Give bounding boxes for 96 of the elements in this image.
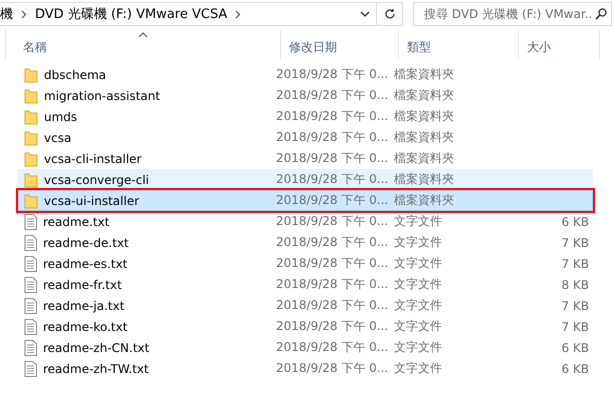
column-header[interactable]: 名稱 bbox=[6, 30, 281, 60]
modified-date: 2018/9/28 下午 0... bbox=[276, 276, 390, 293]
modified-date: 2018/9/28 下午 0... bbox=[276, 129, 390, 146]
file-row[interactable]: readme-de.txt 2018/9/28 下午 0... 文字文件 7 KB bbox=[18, 232, 593, 253]
file-name: migration-assistant bbox=[44, 88, 160, 102]
file-row[interactable]: readme-zh-CN.txt 2018/9/28 下午 0... 文字文件 6 KB bbox=[18, 337, 593, 358]
file-type: 檔案資料夾 bbox=[394, 129, 455, 146]
file-row[interactable]: migration-assistant 2018/9/28 下午 0... 檔案資料夾 bbox=[18, 85, 593, 106]
file-name: vcsa bbox=[44, 130, 72, 144]
folder-icon bbox=[24, 130, 38, 146]
refresh-icon bbox=[384, 8, 396, 20]
file-name: vcsa-cli-installer bbox=[44, 152, 142, 166]
file-type: 檔案資料夾 bbox=[394, 87, 455, 104]
text-file-icon bbox=[24, 298, 37, 314]
caret-icon bbox=[360, 11, 370, 17]
file-name: umds bbox=[44, 110, 78, 124]
file-type: 文字文件 bbox=[394, 276, 443, 293]
file-type: 文字文件 bbox=[394, 297, 443, 314]
text-file-icon bbox=[24, 276, 37, 292]
file-type: 文字文件 bbox=[394, 339, 443, 356]
file-size: 7 KB bbox=[561, 236, 589, 250]
file-row[interactable]: readme-fr.txt 2018/9/28 下午 0... 文字文件 8 KB bbox=[18, 274, 593, 295]
file-type: 檔案資料夾 bbox=[394, 150, 455, 167]
folder-icon bbox=[24, 172, 38, 188]
modified-date: 2018/9/28 下午 0... bbox=[276, 87, 390, 104]
file-size: 6 KB bbox=[561, 362, 589, 376]
modified-date: 2018/9/28 下午 0... bbox=[276, 213, 390, 230]
file-row[interactable]: vcsa-cli-installer 2018/9/28 下午 0... 檔案資料夾 bbox=[18, 148, 593, 169]
modified-date: 2018/9/28 下午 0... bbox=[276, 255, 390, 272]
file-name: vcsa-converge-cli bbox=[44, 172, 149, 186]
file-size: 7 KB bbox=[561, 320, 589, 334]
text-file-icon bbox=[24, 234, 37, 250]
address-bar[interactable]: 機 DVD 光碟機 (F:) VMware VCSA bbox=[0, 2, 403, 26]
file-row[interactable]: readme-zh-TW.txt 2018/9/28 下午 0... 文字文件 6 KB bbox=[18, 358, 593, 379]
file-name: readme-fr.txt bbox=[43, 278, 122, 292]
modified-date: 2018/9/28 下午 0... bbox=[276, 297, 390, 314]
file-size: 6 KB bbox=[561, 214, 589, 228]
text-file-icon bbox=[24, 318, 37, 334]
file-row[interactable]: readme-ko.txt 2018/9/28 下午 0... 文字文件 7 KB bbox=[18, 316, 593, 337]
folder-icon bbox=[24, 192, 38, 208]
file-name: readme.txt bbox=[43, 214, 110, 228]
file-row[interactable]: vcsa-ui-installer 2018/9/28 下午 0... 檔案資料夾 bbox=[18, 190, 593, 211]
file-row[interactable]: readme-ja.txt 2018/9/28 下午 0... 文字文件 7 KB bbox=[18, 295, 593, 316]
modified-date: 2018/9/28 下午 0... bbox=[276, 192, 390, 209]
file-row[interactable]: vcsa 2018/9/28 下午 0... 檔案資料夾 bbox=[18, 127, 593, 148]
file-name: readme-zh-TW.txt bbox=[43, 362, 149, 376]
text-file-icon bbox=[24, 360, 37, 376]
file-size: 7 KB bbox=[561, 256, 589, 270]
file-size: 6 KB bbox=[561, 340, 589, 354]
modified-date: 2018/9/28 下午 0... bbox=[276, 108, 390, 125]
folder-icon bbox=[24, 150, 38, 166]
file-size: 7 KB bbox=[561, 298, 589, 312]
file-name: readme-es.txt bbox=[43, 256, 128, 270]
search-icon bbox=[595, 8, 607, 20]
folder-icon bbox=[24, 88, 38, 104]
file-name: dbschema bbox=[44, 68, 106, 82]
file-row[interactable]: umds 2018/9/28 下午 0... 檔案資料夾 bbox=[18, 106, 593, 127]
search-field[interactable]: 搜尋 DVD 光碟機 (F:) VMwar... bbox=[413, 2, 612, 26]
file-name: readme-ja.txt bbox=[43, 298, 124, 312]
text-file-icon bbox=[24, 340, 37, 356]
folder-icon bbox=[24, 66, 38, 82]
modified-date: 2018/9/28 下午 0... bbox=[276, 360, 390, 377]
chevron-icon[interactable] bbox=[235, 10, 242, 18]
column-header[interactable]: 修改日期 bbox=[281, 30, 399, 60]
modified-date: 2018/9/28 下午 0... bbox=[276, 339, 390, 356]
file-row[interactable]: dbschema 2018/9/28 下午 0... 檔案資料夾 bbox=[18, 64, 593, 85]
file-name: vcsa-ui-installer bbox=[44, 194, 140, 208]
file-name: readme-zh-CN.txt bbox=[43, 340, 150, 354]
modified-date: 2018/9/28 下午 0... bbox=[276, 318, 390, 335]
text-file-icon bbox=[24, 214, 37, 230]
file-row[interactable]: readme-es.txt 2018/9/28 下午 0... 文字文件 7 KB bbox=[18, 253, 593, 274]
file-type: 檔案資料夾 bbox=[394, 192, 455, 209]
modified-date: 2018/9/28 下午 0... bbox=[276, 234, 390, 251]
column-header[interactable]: 大小 bbox=[519, 30, 600, 60]
column-header[interactable]: 類型 bbox=[399, 30, 519, 60]
chevron-icon[interactable] bbox=[21, 10, 27, 18]
file-type: 文字文件 bbox=[394, 213, 443, 230]
folder-icon bbox=[24, 108, 38, 124]
breadcrumb[interactable]: 機 bbox=[0, 5, 13, 23]
modified-date: 2018/9/28 下午 0... bbox=[276, 150, 390, 167]
file-size: 8 KB bbox=[561, 278, 589, 292]
file-type: 文字文件 bbox=[394, 234, 443, 251]
modified-date: 2018/9/28 下午 0... bbox=[276, 66, 390, 83]
file-type: 文字文件 bbox=[394, 318, 443, 335]
file-type: 檔案資料夾 bbox=[394, 171, 455, 188]
file-name: readme-ko.txt bbox=[43, 320, 128, 334]
modified-date: 2018/9/28 下午 0... bbox=[276, 171, 390, 188]
file-type: 檔案資料夾 bbox=[394, 108, 455, 125]
file-row[interactable]: vcsa-converge-cli 2018/9/28 下午 0... 檔案資料夾 bbox=[18, 169, 593, 190]
text-file-icon bbox=[24, 256, 37, 272]
file-type: 文字文件 bbox=[394, 255, 443, 272]
file-type: 文字文件 bbox=[394, 360, 443, 377]
file-row[interactable]: readme.txt 2018/9/28 下午 0... 文字文件 6 KB bbox=[18, 211, 593, 232]
file-name: readme-de.txt bbox=[43, 236, 129, 250]
breadcrumb[interactable]: DVD 光碟機 (F:) VMware VCSA bbox=[35, 5, 228, 23]
file-type: 檔案資料夾 bbox=[394, 66, 455, 83]
